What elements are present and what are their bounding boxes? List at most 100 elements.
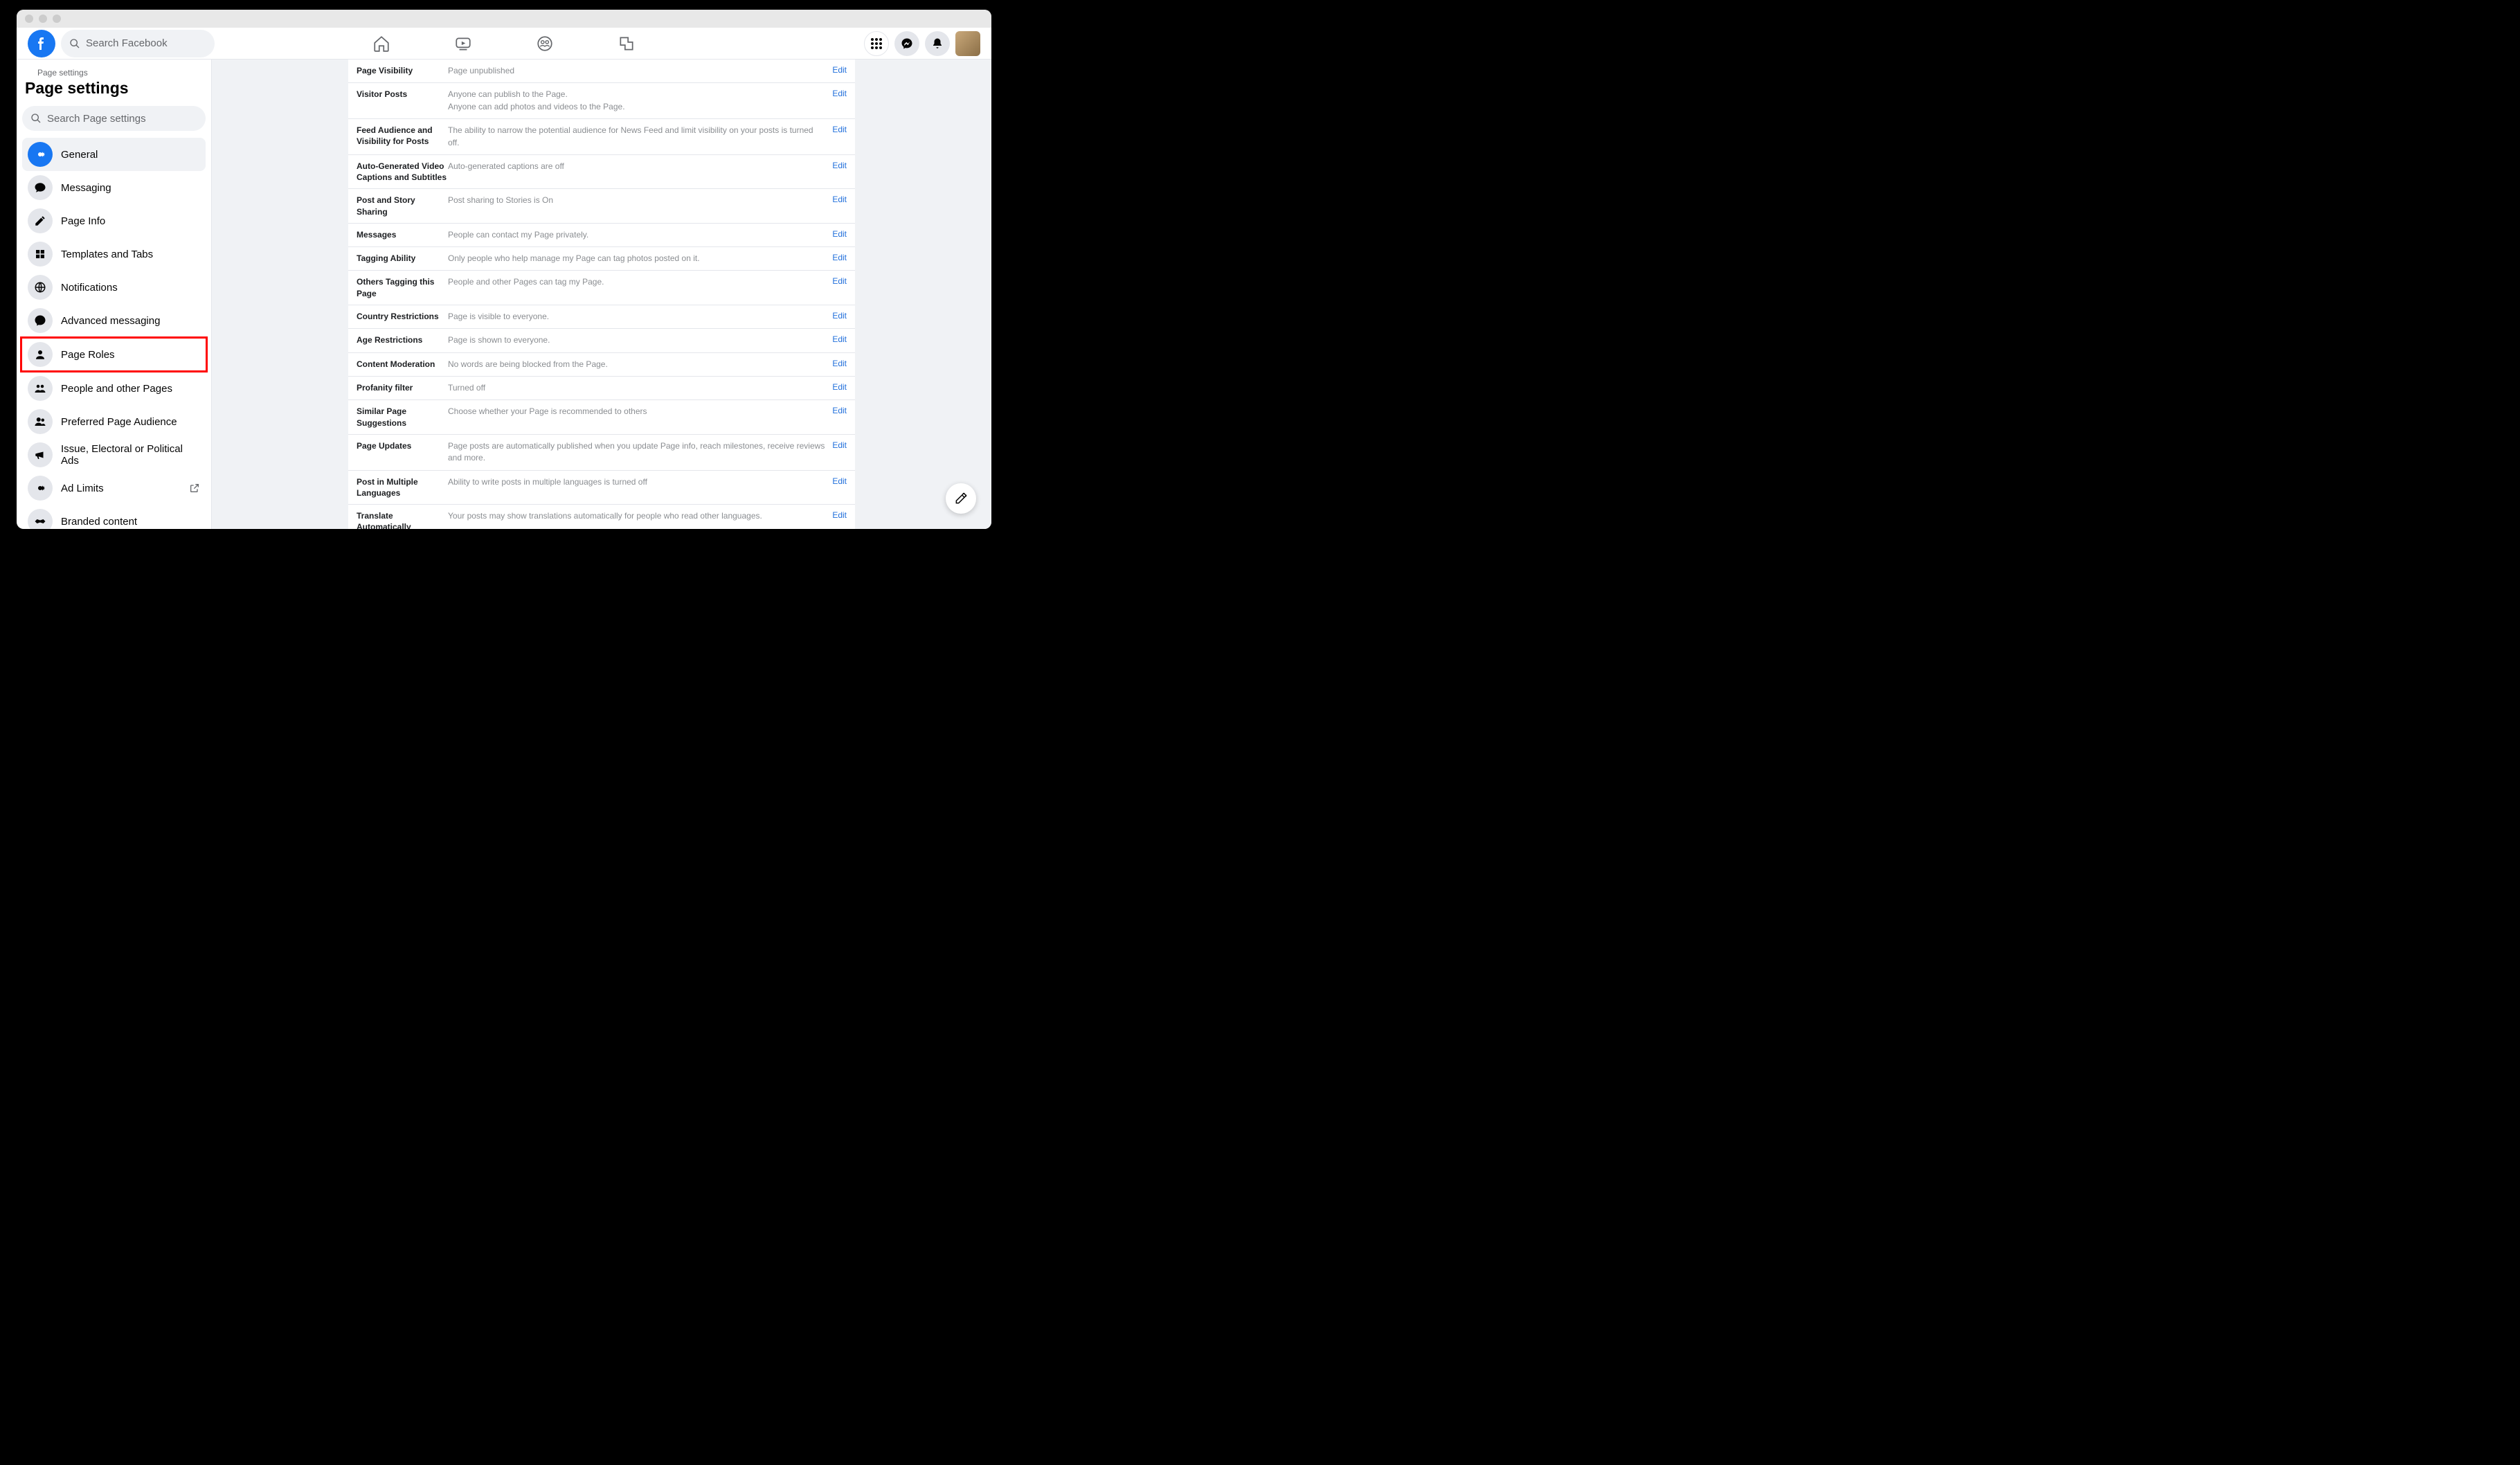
row-value: Only people who help manage my Page can … [448, 253, 832, 264]
edit-link[interactable]: Edit [832, 65, 847, 75]
edit-link[interactable]: Edit [832, 359, 847, 368]
menu-button[interactable] [864, 31, 889, 56]
row-label: Feed Audience and Visibility for Posts [357, 125, 448, 147]
sidebar-item-ad-limits[interactable]: Ad Limits [22, 471, 206, 505]
settings-row: Profanity filterTurned offEdit [348, 377, 855, 400]
edit-link[interactable]: Edit [832, 276, 847, 286]
row-value: Your posts may show translations automat… [448, 510, 832, 522]
top-nav: Search Facebook [17, 28, 991, 60]
page-title: Page settings [22, 79, 206, 106]
settings-row: Others Tagging this PagePeople and other… [348, 271, 855, 305]
edit-link[interactable]: Edit [832, 510, 847, 520]
sidebar-item-label: Advanced messaging [61, 315, 160, 327]
row-label: Post and Story Sharing [357, 195, 448, 217]
edit-link[interactable]: Edit [832, 253, 847, 262]
notifications-button[interactable] [925, 31, 950, 56]
sidebar-item-advanced-messaging[interactable]: Advanced messaging [22, 304, 206, 337]
watch-icon [454, 35, 472, 53]
edit-link[interactable]: Edit [832, 476, 847, 486]
profile-avatar[interactable] [955, 31, 980, 56]
row-label: Messages [357, 229, 448, 240]
menu-grid-icon [870, 37, 883, 50]
row-label: Age Restrictions [357, 334, 448, 345]
edit-link[interactable]: Edit [832, 440, 847, 450]
search-icon [69, 38, 80, 49]
gear-icon [28, 476, 53, 501]
sidebar-item-templates-and-tabs[interactable]: Templates and Tabs [22, 237, 206, 271]
sidebar-search[interactable]: Search Page settings [22, 106, 206, 131]
settings-row: Tagging AbilityOnly people who help mana… [348, 247, 855, 271]
row-value: Page unpublished [448, 65, 832, 77]
row-value: No words are being blocked from the Page… [448, 359, 832, 370]
row-label: Content Moderation [357, 359, 448, 370]
sidebar-item-label: Ad Limits [61, 483, 104, 494]
sidebar-item-messaging[interactable]: Messaging [22, 171, 206, 204]
row-label: Others Tagging this Page [357, 276, 448, 298]
sidebar-item-branded-content[interactable]: Branded content [22, 505, 206, 529]
sidebar-item-page-roles[interactable]: Page Roles [20, 336, 208, 372]
sidebar-item-label: Templates and Tabs [61, 249, 153, 260]
settings-row: Page UpdatesPage posts are automatically… [348, 435, 855, 471]
nav-home[interactable] [372, 34, 391, 53]
settings-row: Translate AutomaticallyYour posts may sh… [348, 505, 855, 529]
sidebar-item-label: Issue, Electoral or Political Ads [61, 443, 200, 467]
facebook-logo[interactable] [28, 30, 55, 57]
handshake-icon [28, 509, 53, 529]
grid-icon [28, 242, 53, 267]
settings-row: Post in Multiple LanguagesAbility to wri… [348, 471, 855, 505]
settings-row: Page VisibilityPage unpublishedEdit [348, 60, 855, 83]
edit-icon [954, 492, 968, 505]
groups-icon [536, 35, 554, 53]
settings-row: MessagesPeople can contact my Page priva… [348, 224, 855, 247]
edit-link[interactable]: Edit [832, 406, 847, 415]
edit-link[interactable]: Edit [832, 334, 847, 344]
sidebar-item-label: Notifications [61, 282, 118, 294]
sidebar-item-page-info[interactable]: Page Info [22, 204, 206, 237]
settings-panel: Page VisibilityPage unpublishedEditVisit… [348, 60, 855, 529]
right-actions [864, 31, 980, 56]
row-value: The ability to narrow the potential audi… [448, 125, 832, 149]
row-label: Auto-Generated Video Captions and Subtit… [357, 161, 448, 183]
edit-link[interactable]: Edit [832, 229, 847, 239]
gaming-icon [618, 35, 636, 53]
nav-gaming[interactable] [617, 34, 636, 53]
main-content: Page VisibilityPage unpublishedEditVisit… [212, 60, 991, 529]
row-label: Profanity filter [357, 382, 448, 393]
edit-link[interactable]: Edit [832, 311, 847, 321]
breadcrumb[interactable]: Page settings [22, 65, 206, 79]
edit-link[interactable]: Edit [832, 195, 847, 204]
settings-row: Country RestrictionsPage is visible to e… [348, 305, 855, 329]
sidebar-item-preferred-page-audience[interactable]: Preferred Page Audience [22, 405, 206, 438]
sidebar: Page settings Page settings Search Page … [17, 60, 212, 529]
search-input[interactable]: Search Facebook [61, 30, 215, 57]
messenger-icon [901, 37, 913, 50]
traffic-light-close[interactable] [25, 15, 33, 23]
nav-watch[interactable] [453, 34, 473, 53]
sidebar-item-issue-electoral-or-political-ads[interactable]: Issue, Electoral or Political Ads [22, 438, 206, 471]
edit-link[interactable]: Edit [832, 89, 847, 98]
row-value: Page is visible to everyone. [448, 311, 832, 323]
edit-link[interactable]: Edit [832, 382, 847, 392]
row-label: Translate Automatically [357, 510, 448, 529]
row-label: Country Restrictions [357, 311, 448, 322]
search-placeholder: Search Facebook [86, 37, 168, 49]
row-label: Post in Multiple Languages [357, 476, 448, 498]
row-label: Visitor Posts [357, 89, 448, 100]
edit-link[interactable]: Edit [832, 125, 847, 134]
pencil-icon [28, 208, 53, 233]
sidebar-item-general[interactable]: General [22, 138, 206, 171]
compose-fab[interactable] [946, 483, 976, 514]
nav-groups[interactable] [535, 34, 555, 53]
settings-row: Visitor PostsAnyone can publish to the P… [348, 83, 855, 119]
external-link-icon [189, 483, 200, 494]
people-icon [28, 376, 53, 401]
edit-link[interactable]: Edit [832, 161, 847, 170]
sidebar-search-placeholder: Search Page settings [47, 113, 146, 125]
search-icon [30, 113, 42, 124]
messenger-button[interactable] [894, 31, 919, 56]
sidebar-item-notifications[interactable]: Notifications [22, 271, 206, 304]
traffic-light-min[interactable] [39, 15, 47, 23]
traffic-light-max[interactable] [53, 15, 61, 23]
sidebar-item-people-and-other-pages[interactable]: People and other Pages [22, 372, 206, 405]
sidebar-item-label: People and other Pages [61, 383, 172, 395]
